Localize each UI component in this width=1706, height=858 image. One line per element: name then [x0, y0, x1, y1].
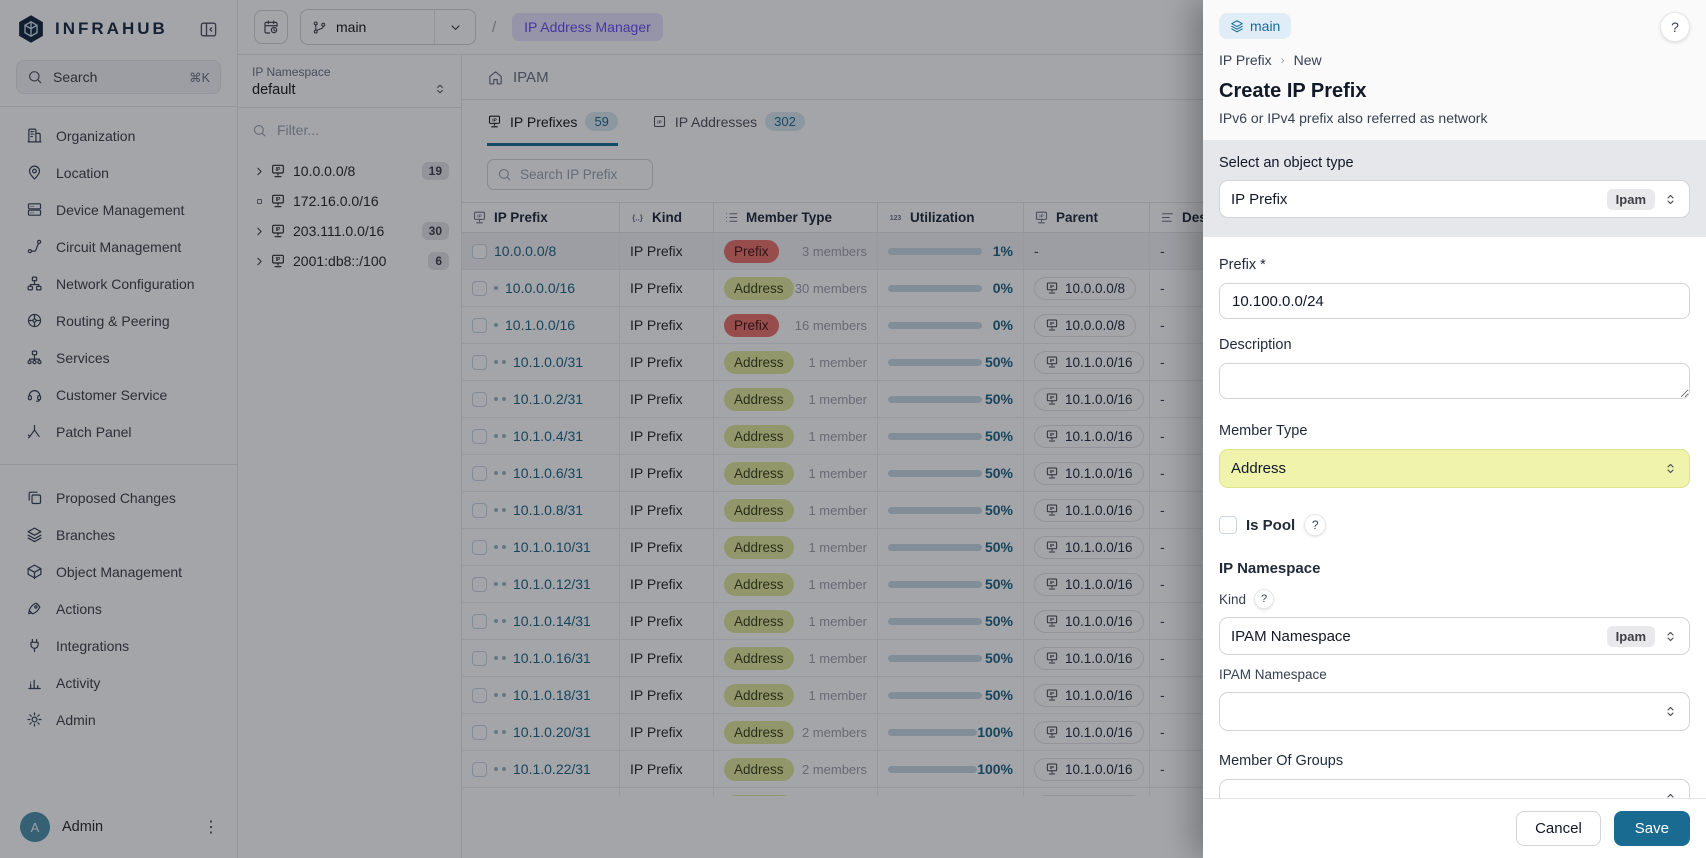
object-type-section: Select an object type IP Prefix Ipam [1203, 140, 1706, 237]
description-input[interactable] [1219, 363, 1690, 399]
object-type-value: IP Prefix [1231, 191, 1599, 208]
drawer-header: main ? IP Prefix › New Create IP Prefix … [1203, 0, 1706, 140]
updown-chevron-icon [1663, 192, 1678, 207]
object-type-label: Select an object type [1219, 155, 1690, 171]
updown-chevron-icon [1663, 461, 1678, 476]
kind-label: Kind [1219, 592, 1246, 607]
is-pool-checkbox[interactable] [1219, 516, 1237, 534]
kind-value: IPAM Namespace [1231, 628, 1599, 645]
help-button[interactable]: ? [1660, 12, 1690, 42]
branch-badge: main [1219, 13, 1291, 39]
ipam-kind-badge: Ipam [1607, 626, 1655, 647]
is-pool-help-button[interactable]: ? [1304, 514, 1326, 536]
prefix-field-label: Prefix * [1219, 257, 1690, 273]
ipam-kind-badge: Ipam [1607, 189, 1655, 210]
kind-help-button[interactable]: ? [1254, 589, 1274, 609]
member-of-groups-select[interactable] [1219, 779, 1690, 798]
is-pool-row: Is Pool ? [1219, 514, 1690, 536]
save-button[interactable]: Save [1614, 811, 1690, 846]
prefix-input[interactable] [1219, 283, 1690, 319]
kind-label-row: Kind ? [1219, 589, 1690, 609]
updown-chevron-icon [1663, 791, 1678, 798]
updown-chevron-icon [1663, 704, 1678, 719]
kind-select[interactable]: IPAM Namespace Ipam [1219, 617, 1690, 655]
breadcrumb-new: New [1294, 52, 1322, 68]
drawer-title: Create IP Prefix [1219, 80, 1690, 103]
updown-chevron-icon [1663, 629, 1678, 644]
breadcrumb-ip-prefix[interactable]: IP Prefix [1219, 52, 1272, 68]
ipam-namespace-select[interactable] [1219, 692, 1690, 731]
create-ip-prefix-drawer: main ? IP Prefix › New Create IP Prefix … [1203, 0, 1706, 858]
drawer-subtitle: IPv6 or IPv4 prefix also referred as net… [1219, 110, 1690, 126]
cancel-button[interactable]: Cancel [1516, 811, 1601, 846]
layers-icon [1230, 19, 1244, 33]
drawer-breadcrumb: IP Prefix › New [1219, 52, 1690, 68]
chevron-right-icon: › [1281, 53, 1285, 67]
description-field-label: Description [1219, 337, 1690, 353]
member-of-groups-label: Member Of Groups [1219, 753, 1690, 769]
branch-badge-label: main [1250, 18, 1280, 34]
ipam-namespace-label: IPAM Namespace [1219, 667, 1690, 682]
drawer-form: Prefix * Description Member Type Address… [1203, 237, 1706, 798]
is-pool-label: Is Pool [1246, 517, 1295, 534]
drawer-footer: Cancel Save [1203, 798, 1706, 858]
object-type-select[interactable]: IP Prefix Ipam [1219, 180, 1690, 218]
member-type-value: Address [1231, 460, 1655, 477]
ip-namespace-section-title: IP Namespace [1219, 560, 1690, 577]
member-type-select[interactable]: Address [1219, 449, 1690, 488]
member-type-field-label: Member Type [1219, 423, 1690, 439]
